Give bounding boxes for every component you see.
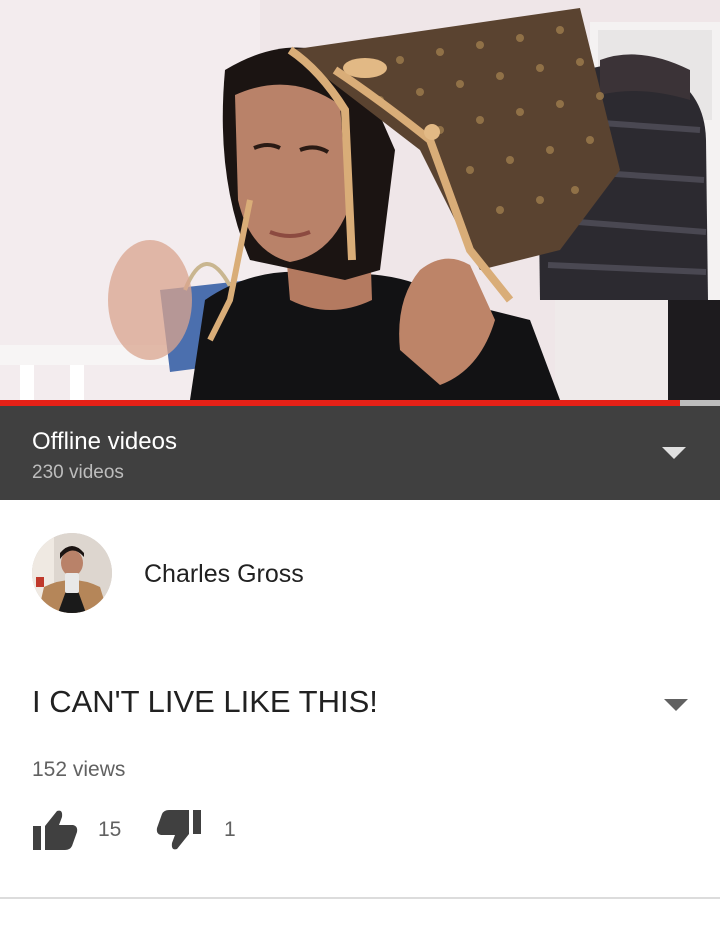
video-watch-page: Offline videos 230 videos Charles Gross … <box>0 0 720 927</box>
like-button[interactable]: 15 <box>30 804 121 856</box>
playlist-title: Offline videos <box>32 428 177 455</box>
offline-playlist-bar[interactable]: Offline videos 230 videos <box>0 406 720 500</box>
chevron-down-icon <box>662 447 686 459</box>
dislike-count: 1 <box>224 818 236 841</box>
section-divider <box>0 897 720 899</box>
channel-avatar-image <box>32 533 112 613</box>
playlist-expand-button[interactable] <box>652 436 696 470</box>
thumbs-down-icon <box>156 810 201 850</box>
expand-details-button[interactable] <box>654 688 698 722</box>
like-count: 15 <box>98 818 122 841</box>
dislike-button[interactable]: 1 <box>156 804 236 856</box>
view-count: 152 views <box>32 758 126 781</box>
channel-name[interactable]: Charles Gross <box>144 560 304 588</box>
video-player[interactable] <box>0 0 720 400</box>
avatar[interactable] <box>32 533 112 613</box>
playlist-video-count: 230 videos <box>32 462 124 483</box>
video-title: I CAN'T LIVE LIKE THIS! <box>32 684 378 719</box>
thumbs-up-icon <box>33 810 78 850</box>
chevron-down-icon <box>664 699 688 711</box>
video-frame-thumbnail <box>0 0 720 400</box>
channel-row[interactable]: Charles Gross <box>0 500 720 640</box>
